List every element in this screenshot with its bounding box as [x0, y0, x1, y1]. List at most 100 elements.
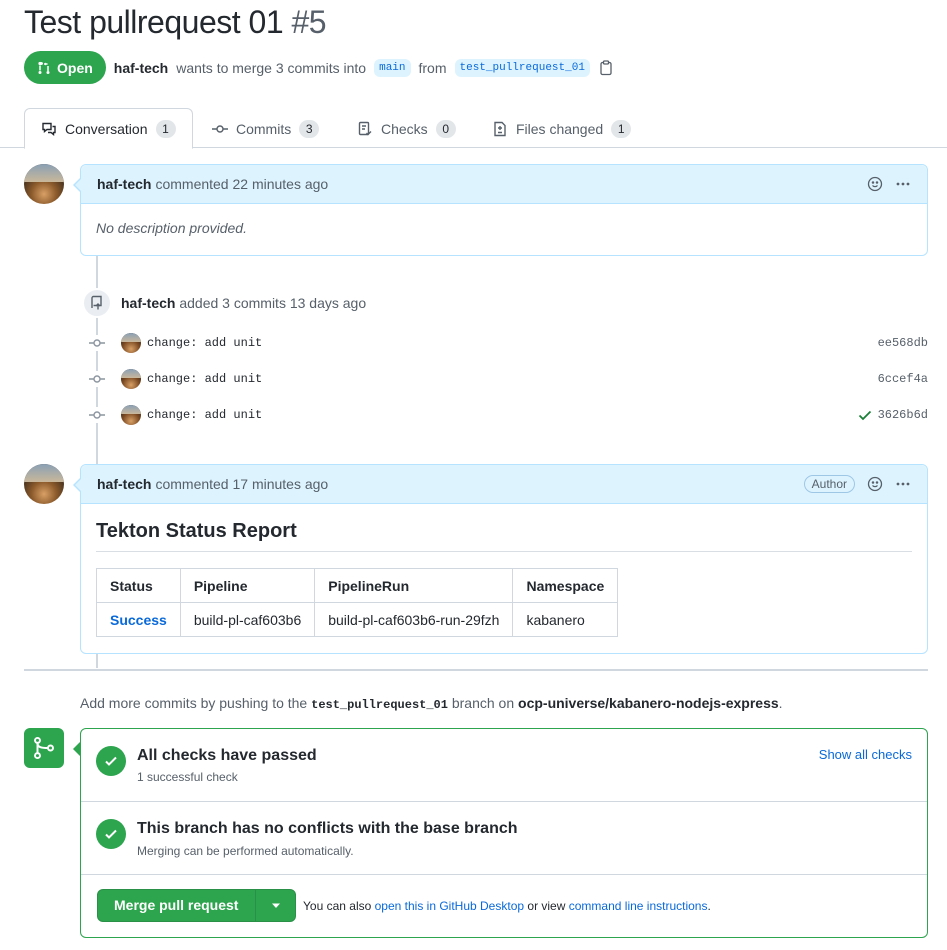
file-diff-icon — [494, 121, 506, 136]
from-text: from — [418, 59, 447, 76]
table-header: PipelineRun — [314, 568, 514, 603]
tab-label: Files changed — [516, 120, 604, 137]
avatar[interactable] — [24, 464, 64, 504]
merge-box: All checks have passed 1 successful chec… — [73, 728, 928, 938]
pull-request-icon — [38, 61, 50, 74]
comment-author-link[interactable]: haf-tech — [97, 476, 151, 492]
merge-alternatives: You can also open this in GitHub Desktop… — [303, 899, 711, 913]
copy-icon[interactable] — [598, 59, 614, 76]
commit-message-link[interactable]: change: add unit — [147, 408, 262, 422]
tab-count: 1 — [155, 119, 176, 138]
tab-label: Conversation — [65, 120, 148, 137]
git-commit-icon — [89, 335, 105, 351]
triangle-down-icon — [271, 903, 280, 908]
avatar[interactable] — [121, 405, 141, 425]
merge-pull-request-button[interactable]: Merge pull request — [98, 889, 254, 922]
table-header: Status — [96, 568, 181, 603]
commit-message-link[interactable]: change: add unit — [147, 336, 262, 350]
commit-message-link[interactable]: change: add unit — [147, 372, 262, 386]
table-cell: build-pl-caf603b6-run-29fzh — [314, 602, 514, 637]
merge-description: wants to merge 3 commits into — [176, 59, 367, 76]
git-commit-icon — [89, 407, 105, 423]
hint-prefix: Add more commits by pushing to the — [80, 695, 308, 711]
kebab-horizontal-icon[interactable] — [895, 476, 911, 492]
command-line-instructions-link[interactable]: command line instructions — [569, 899, 708, 913]
timeline-divider — [24, 669, 928, 671]
push-hint: Add more commits by pushing to the test_… — [80, 695, 783, 712]
pr-title: Test pullrequest 01 #5 — [24, 4, 327, 41]
tab-conversation[interactable]: Conversation 1 — [24, 108, 193, 149]
commit-row: change: add unit 6ccef4a — [88, 369, 928, 389]
tab-commits[interactable]: Commits 3 — [212, 108, 320, 149]
avatar[interactable] — [121, 333, 141, 353]
github-desktop-link[interactable]: open this in GitHub Desktop — [375, 899, 524, 913]
check-circle — [96, 746, 126, 776]
tab-count: 0 — [435, 119, 456, 138]
comment-author-link[interactable]: haf-tech — [97, 176, 151, 192]
repo-push-badge — [82, 288, 112, 318]
status-table: Status Pipeline PipelineRun Namespace Su… — [96, 568, 619, 637]
commit-event-author[interactable]: haf-tech — [121, 295, 175, 311]
git-commit-icon — [89, 371, 105, 387]
repo-push-icon — [91, 295, 102, 310]
head-branch[interactable]: test_pullrequest_01 — [454, 58, 590, 77]
tab-files-changed[interactable]: Files changed 1 — [492, 108, 632, 149]
commit-row: change: add unit ee568db — [88, 333, 928, 353]
comment-box: haf-tech commented 22 minutes ago No des… — [73, 164, 928, 256]
check-icon — [105, 756, 117, 766]
table-cell: build-pl-caf603b6 — [179, 602, 316, 637]
hint-middle: branch on — [451, 695, 515, 711]
git-commit-icon — [212, 124, 228, 133]
git-merge-icon — [34, 736, 54, 760]
merge-status-badge — [24, 728, 64, 768]
smiley-icon[interactable] — [867, 176, 883, 192]
tab-count: 1 — [611, 119, 632, 138]
pr-number: #5 — [291, 4, 327, 40]
comment-header: haf-tech commented 22 minutes ago — [81, 165, 927, 204]
tab-checks[interactable]: Checks 0 — [357, 108, 456, 149]
period: . — [707, 899, 711, 913]
conflicts-subtitle: Merging can be performed automatically. — [137, 844, 354, 858]
pr-author-link[interactable]: haf-tech — [114, 60, 168, 76]
comment-discussion-icon — [42, 122, 56, 136]
merge-pull-request-button-group: Merge pull request — [97, 889, 296, 922]
checks-section: All checks have passed 1 successful chec… — [81, 729, 927, 802]
tab-count: 3 — [299, 119, 320, 138]
conflicts-section: This branch has no conflicts with the ba… — [81, 802, 927, 875]
avatar[interactable] — [121, 369, 141, 389]
smiley-icon[interactable] — [867, 476, 883, 492]
comment-timestamp[interactable]: commented 17 minutes ago — [155, 476, 328, 492]
pr-state-row: Open haf-tech wants to merge 3 commits i… — [24, 51, 614, 84]
kebab-horizontal-icon[interactable] — [895, 176, 911, 192]
hint-branch: test_pullrequest_01 — [311, 698, 448, 712]
commit-sha-link[interactable]: 6ccef4a — [878, 372, 928, 386]
show-all-checks-link[interactable]: Show all checks — [819, 747, 912, 762]
comment-timestamp[interactable]: commented 22 minutes ago — [155, 176, 328, 192]
comment-body: No description provided. — [96, 220, 247, 236]
commit-sha-link[interactable]: ee568db — [878, 336, 928, 350]
base-branch[interactable]: main — [374, 58, 411, 77]
comment-body: Tekton Status Report Status Pipeline Pip… — [81, 504, 927, 637]
table-header: Namespace — [512, 568, 619, 603]
tab-label: Checks — [381, 120, 428, 137]
also-text: You can also — [303, 899, 372, 913]
merge-options-dropdown[interactable] — [255, 890, 295, 921]
open-state-badge: Open — [24, 51, 106, 84]
hint-suffix: . — [778, 695, 783, 711]
commit-sha-link[interactable]: 3626b6d — [878, 408, 928, 422]
checks-title: All checks have passed — [137, 747, 317, 764]
commit-event-description: added 3 commits 13 days ago — [179, 295, 367, 311]
conflicts-title: This branch has no conflicts with the ba… — [137, 820, 518, 837]
comment-header: haf-tech commented 17 minutes ago Author — [81, 465, 927, 504]
check-icon[interactable] — [857, 407, 873, 423]
pr-title-text: Test pullrequest 01 — [24, 4, 284, 40]
tab-label: Commits — [236, 120, 292, 137]
comment-box: haf-tech commented 17 minutes ago Author… — [73, 464, 928, 654]
table-cell: kabanero — [512, 602, 619, 637]
checks-subtitle: 1 successful check — [137, 770, 238, 784]
check-circle — [96, 819, 126, 849]
avatar[interactable] — [24, 164, 64, 204]
author-role-badge: Author — [803, 475, 855, 493]
status-link[interactable]: Success — [96, 602, 181, 637]
table-header-row: Status Pipeline PipelineRun Namespace — [96, 568, 619, 603]
